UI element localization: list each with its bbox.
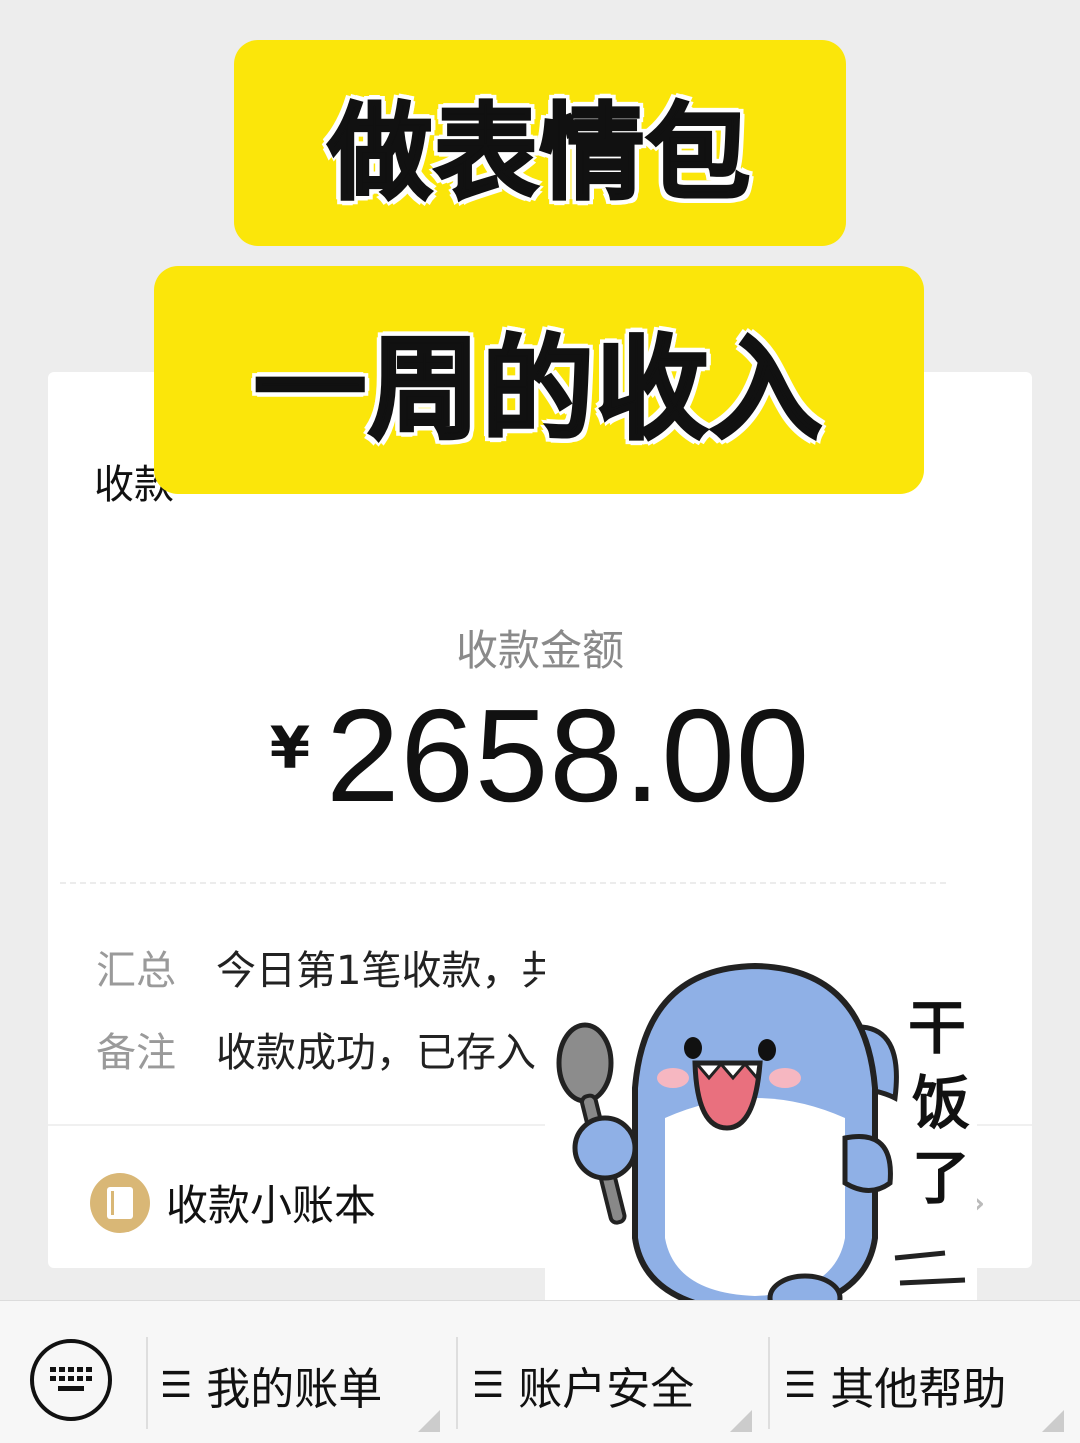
menu-icon: ☰ <box>784 1364 817 1406</box>
ledger-label: 收款小账本 <box>166 1181 377 1230</box>
menu-label: 其他帮助 <box>830 1364 1007 1415</box>
summary-value: 今日第1笔收款，共 <box>216 948 562 994</box>
menu-other-help[interactable]: ☰ 其他帮助 <box>784 1353 1006 1417</box>
menu-label: 我的账单 <box>206 1364 383 1415</box>
menu-account-security[interactable]: ☰ 账户安全 <box>472 1353 694 1417</box>
summary-row: 汇总 今日第1笔收款，共 <box>96 938 561 996</box>
menu-icon: ☰ <box>160 1364 193 1406</box>
summary-label: 汇总 <box>96 948 176 994</box>
note-value: 收款成功，已存入 <box>216 1030 536 1076</box>
menu-separator <box>768 1337 770 1429</box>
menu-separator <box>146 1337 148 1429</box>
svg-text:饭: 饭 <box>912 1069 970 1137</box>
svg-text:干: 干 <box>908 994 966 1062</box>
submenu-indicator-icon <box>730 1410 752 1432</box>
menu-my-bills[interactable]: ☰ 我的账单 <box>160 1353 382 1417</box>
ledger-link[interactable]: 收款小账本 <box>90 1172 376 1233</box>
submenu-indicator-icon <box>418 1410 440 1432</box>
submenu-indicator-icon <box>1042 1410 1064 1432</box>
title-banner-bottom: 一周的收入 <box>154 266 924 494</box>
svg-text:了: 了 <box>912 1144 970 1212</box>
menu-label: 账户安全 <box>518 1364 695 1415</box>
bottom-menu-bar: ☰ 我的账单 ☰ 账户安全 ☰ 其他帮助 <box>0 1300 1080 1443</box>
note-row: 备注 收款成功，已存入 <box>96 1020 536 1078</box>
banner-title-line2: 一周的收入 <box>253 324 824 457</box>
title-banner-top: 做表情包 <box>234 40 846 246</box>
shark-sticker: 干 饭 了 <box>545 938 977 1338</box>
menu-icon: ☰ <box>472 1364 505 1406</box>
dashed-divider <box>60 882 946 884</box>
amount-row: ¥2658.00 <box>48 690 1032 822</box>
banner-title-line1: 做表情包 <box>326 90 752 215</box>
ledger-book-icon <box>90 1172 150 1233</box>
note-label: 备注 <box>96 1030 176 1076</box>
amount-value: 2658.00 <box>326 682 811 829</box>
keyboard-icon[interactable] <box>30 1339 112 1421</box>
amount-label: 收款金额 <box>455 626 624 675</box>
menu-separator <box>456 1337 458 1429</box>
currency-symbol: ¥ <box>269 714 311 782</box>
